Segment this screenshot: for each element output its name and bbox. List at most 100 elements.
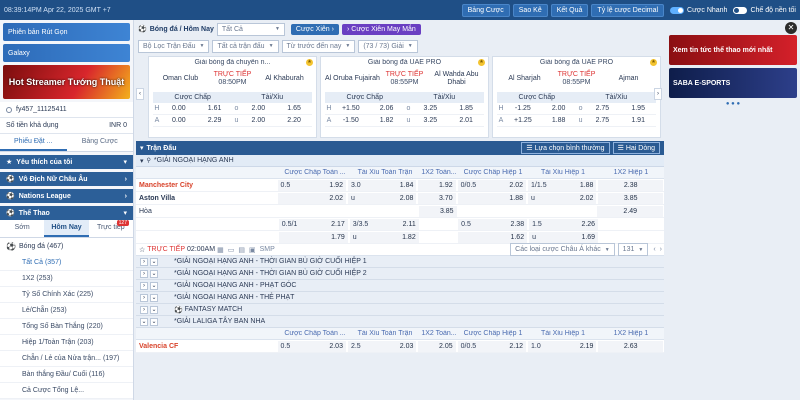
odds-cell[interactable]: 0.5/1 2.17: [278, 218, 348, 230]
chevron-right-icon[interactable]: ›: [660, 246, 662, 253]
odds-cell[interactable]: 2.06: [369, 105, 405, 112]
odds-cell[interactable]: 1.5 2.26: [529, 218, 599, 230]
odds-cell[interactable]: 1.82: [369, 117, 405, 124]
lite-version-link[interactable]: Phiên bản Rút Gọn: [3, 23, 130, 41]
parlay-button[interactable]: Cược Xiên ›: [290, 23, 339, 35]
list-item[interactable]: Lẻ/Chẵn (253): [0, 303, 133, 319]
league-row[interactable]: ▾ ⚲ *GIẢI NGOẠI HẠNG ANH: [136, 155, 664, 167]
streamer-banner[interactable]: Hot Streamer Tướng Thuật: [3, 65, 130, 99]
news-ad-banner[interactable]: Xem tin tức thể thao mới nhất: [669, 35, 797, 65]
odds-cell[interactable]: 2.63: [598, 340, 663, 352]
odds-cell[interactable]: 0/0.5 2.02: [457, 179, 527, 191]
odds-cell[interactable]: 1/1.5 1.88: [528, 179, 597, 191]
sidebar-item-womens-euro[interactable]: ⚽ Vô Địch Nữ Châu Âu ›: [0, 172, 133, 186]
dark-mode-toggle[interactable]: Chế độ nền tối: [733, 6, 796, 14]
odds-cell[interactable]: 1.79: [278, 231, 348, 243]
star-icon[interactable]: ☆: [139, 246, 145, 254]
tab-today[interactable]: Hôm Nay: [44, 220, 89, 237]
odds-cell[interactable]: 2.01: [448, 117, 484, 124]
odds-cell[interactable]: 0.5 2.38: [458, 218, 528, 230]
odds-cell[interactable]: 3.85: [598, 192, 663, 204]
odds-cell[interactable]: 2.5 2.03: [347, 340, 417, 352]
odds-cell[interactable]: 3.0 1.84: [347, 179, 417, 191]
sidebar-item-nations-league[interactable]: ⚽ Nations League ›: [0, 189, 133, 203]
league-row[interactable]: › ⌄ *GIẢI NGOẠI HẠNG ANH - THẺ PHẠT: [136, 292, 664, 304]
odds-cell[interactable]: 2.49: [597, 205, 663, 217]
list-item[interactable]: Tổng Số Bàn Thắng (220): [0, 319, 133, 335]
sidebar-item-sports[interactable]: ⚽ Thể Thao ▾: [0, 206, 133, 220]
tv-icon[interactable]: ▭: [228, 246, 235, 254]
close-icon[interactable]: ✕: [785, 22, 797, 34]
time-range-dropdown[interactable]: Từ trước đến nay ▼: [281, 39, 356, 53]
league-row[interactable]: › ⌄ *GIẢI NGOẠI HẠNG ANH - THỜI GIAN BÙ GI…: [136, 268, 664, 280]
other-markets-dropdown[interactable]: Các loại cược Châu Á khác ▼: [510, 243, 615, 256]
odds-cell[interactable]: 3.85: [418, 205, 457, 217]
odds-cell[interactable]: 1.95: [620, 105, 656, 112]
league-count-dropdown[interactable]: (73 / 73) Giải ▼: [358, 39, 418, 53]
chart-icon[interactable]: ▤: [238, 246, 245, 254]
galaxy-link[interactable]: Galaxy: [3, 44, 130, 62]
odds-cell[interactable]: u 1.82: [349, 231, 419, 243]
list-item[interactable]: Hiệp 1/Toàn Trận (203): [0, 335, 133, 351]
chevron-left-icon[interactable]: ‹: [136, 88, 144, 100]
all-matches-dropdown[interactable]: Tất cả trận đấu ▼: [212, 39, 279, 53]
odds-cell[interactable]: 3.70: [418, 192, 456, 204]
list-item[interactable]: Chẵn / Lẻ của Nửa trận... (197): [0, 351, 133, 367]
odds-cell[interactable]: 1.65: [276, 105, 312, 112]
list-item[interactable]: Cả Cược Tổng Lệ...: [0, 383, 133, 399]
odds-cell[interactable]: 1.61: [197, 105, 233, 112]
odds-cell[interactable]: 3/3.5 2.11: [349, 218, 419, 230]
tab-bet-list[interactable]: Bảng Cược: [67, 134, 134, 151]
featured-match-card[interactable]: Giải bóng đá UAE PRO ★ Al Oruba Fujairah…: [319, 56, 489, 138]
odds-cell[interactable]: u 2.02: [528, 192, 597, 204]
list-item[interactable]: Tất Cả (357): [0, 255, 133, 271]
odds-cell[interactable]: 0/0.5 2.12: [457, 340, 527, 352]
field-icon[interactable]: ▣: [249, 246, 256, 254]
lines-dropdown[interactable]: ☰ Hai Dòng: [612, 142, 660, 154]
list-item[interactable]: Bàn thắng Đầu/ Cuối (116): [0, 367, 133, 383]
sport-football[interactable]: ⚽ Bóng đá (467): [0, 238, 133, 255]
odds-cell[interactable]: 2.02: [277, 192, 346, 204]
chevron-left-icon[interactable]: ‹: [653, 246, 655, 253]
odds-cell[interactable]: u 1.69: [529, 231, 599, 243]
odds-format-dropdown[interactable]: Tỷ lệ cược Decimal: [591, 3, 665, 17]
chevron-right-icon[interactable]: ›: [654, 88, 662, 100]
odds-cell[interactable]: 2.29: [197, 117, 233, 124]
user-row[interactable]: fy457_11125411: [0, 102, 133, 118]
featured-match-card[interactable]: Giải bóng đá UAE PRO ★ Al Sharjah TRỰC TI…: [491, 56, 662, 138]
odds-cell[interactable]: 1.0 2.19: [528, 340, 597, 352]
list-item[interactable]: Tỷ Số Chính Xác (225): [0, 287, 133, 303]
lucky-parlay-button[interactable]: › Cược Xiên May Mắn: [342, 23, 421, 35]
sort-dropdown[interactable]: ☰ Lựa chọn bình thường: [521, 142, 610, 154]
odds-cell[interactable]: 0.5 1.92: [277, 179, 346, 191]
list-item[interactable]: 1X2 (253): [0, 271, 133, 287]
fast-bet-toggle[interactable]: Cược Nhanh: [670, 6, 727, 14]
carousel-dots[interactable]: ● ● ●: [666, 101, 800, 107]
statement-button[interactable]: Sao Kê: [512, 3, 548, 17]
odds-cell[interactable]: u 2.08: [347, 192, 417, 204]
odds-cell[interactable]: 1.91: [620, 117, 656, 124]
league-row[interactable]: ⌄ ⌄ *GIẢI LALIGA TÂY BAN NHA: [136, 316, 664, 328]
odds-cell[interactable]: 1.85: [448, 105, 484, 112]
bet-list-button[interactable]: Bảng Cược: [461, 3, 510, 17]
sidebar-item-favorites[interactable]: ★ Yêu thích của tôi ▾: [0, 155, 133, 169]
odds-cell[interactable]: 1.62: [458, 231, 528, 243]
tab-betslip[interactable]: Phiếu Đặt ...: [0, 134, 67, 151]
match-filter-dropdown[interactable]: Bộ Lọc Trận Đấu ▼: [138, 39, 210, 53]
smp-badge[interactable]: SMP: [260, 246, 275, 253]
odds-cell[interactable]: 2.38: [598, 179, 663, 191]
odds-cell[interactable]: 1.88: [457, 192, 527, 204]
odds-cell[interactable]: 0.5 2.03: [277, 340, 346, 352]
odds-cell[interactable]: 2.00: [541, 105, 577, 112]
esports-ad-banner[interactable]: SABA E-SPORTS: [669, 68, 797, 98]
league-row[interactable]: › ⌄ *GIẢI NGOẠI HẠNG ANH - PHẠT GÓC: [136, 280, 664, 292]
league-row[interactable]: › ⌄ *GIẢI NGOẠI HẠNG ANH - THỜI GIAN BÙ GI…: [136, 256, 664, 268]
league-row[interactable]: › ⌄ ⚽ FANTASY MATCH: [136, 304, 664, 316]
category-dropdown[interactable]: Tất Cả ▼: [216, 22, 285, 36]
odds-cell[interactable]: 2.20: [276, 117, 312, 124]
tab-early[interactable]: Sớm: [0, 220, 44, 237]
results-button[interactable]: Kết Quả: [550, 3, 589, 17]
market-count-dropdown[interactable]: 131 ▼: [617, 243, 649, 256]
odds-cell[interactable]: 1.88: [541, 117, 577, 124]
odds-cell[interactable]: 2.05: [418, 340, 456, 352]
